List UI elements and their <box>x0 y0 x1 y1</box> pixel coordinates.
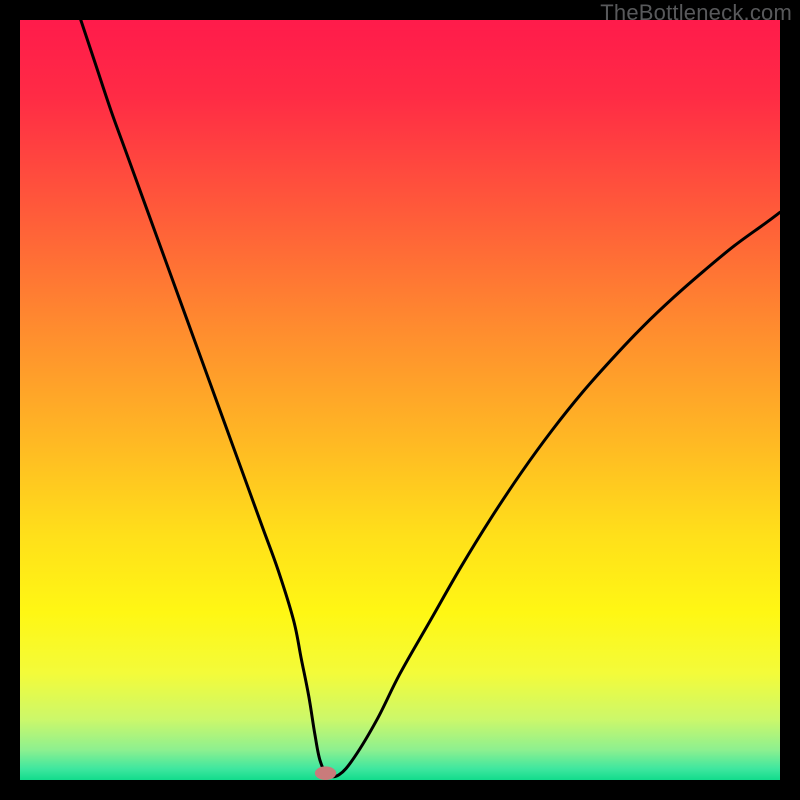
chart-frame <box>20 20 780 780</box>
watermark-text: TheBottleneck.com <box>600 0 792 26</box>
chart-svg <box>20 20 780 780</box>
minimum-marker <box>315 766 336 780</box>
chart-background <box>20 20 780 780</box>
